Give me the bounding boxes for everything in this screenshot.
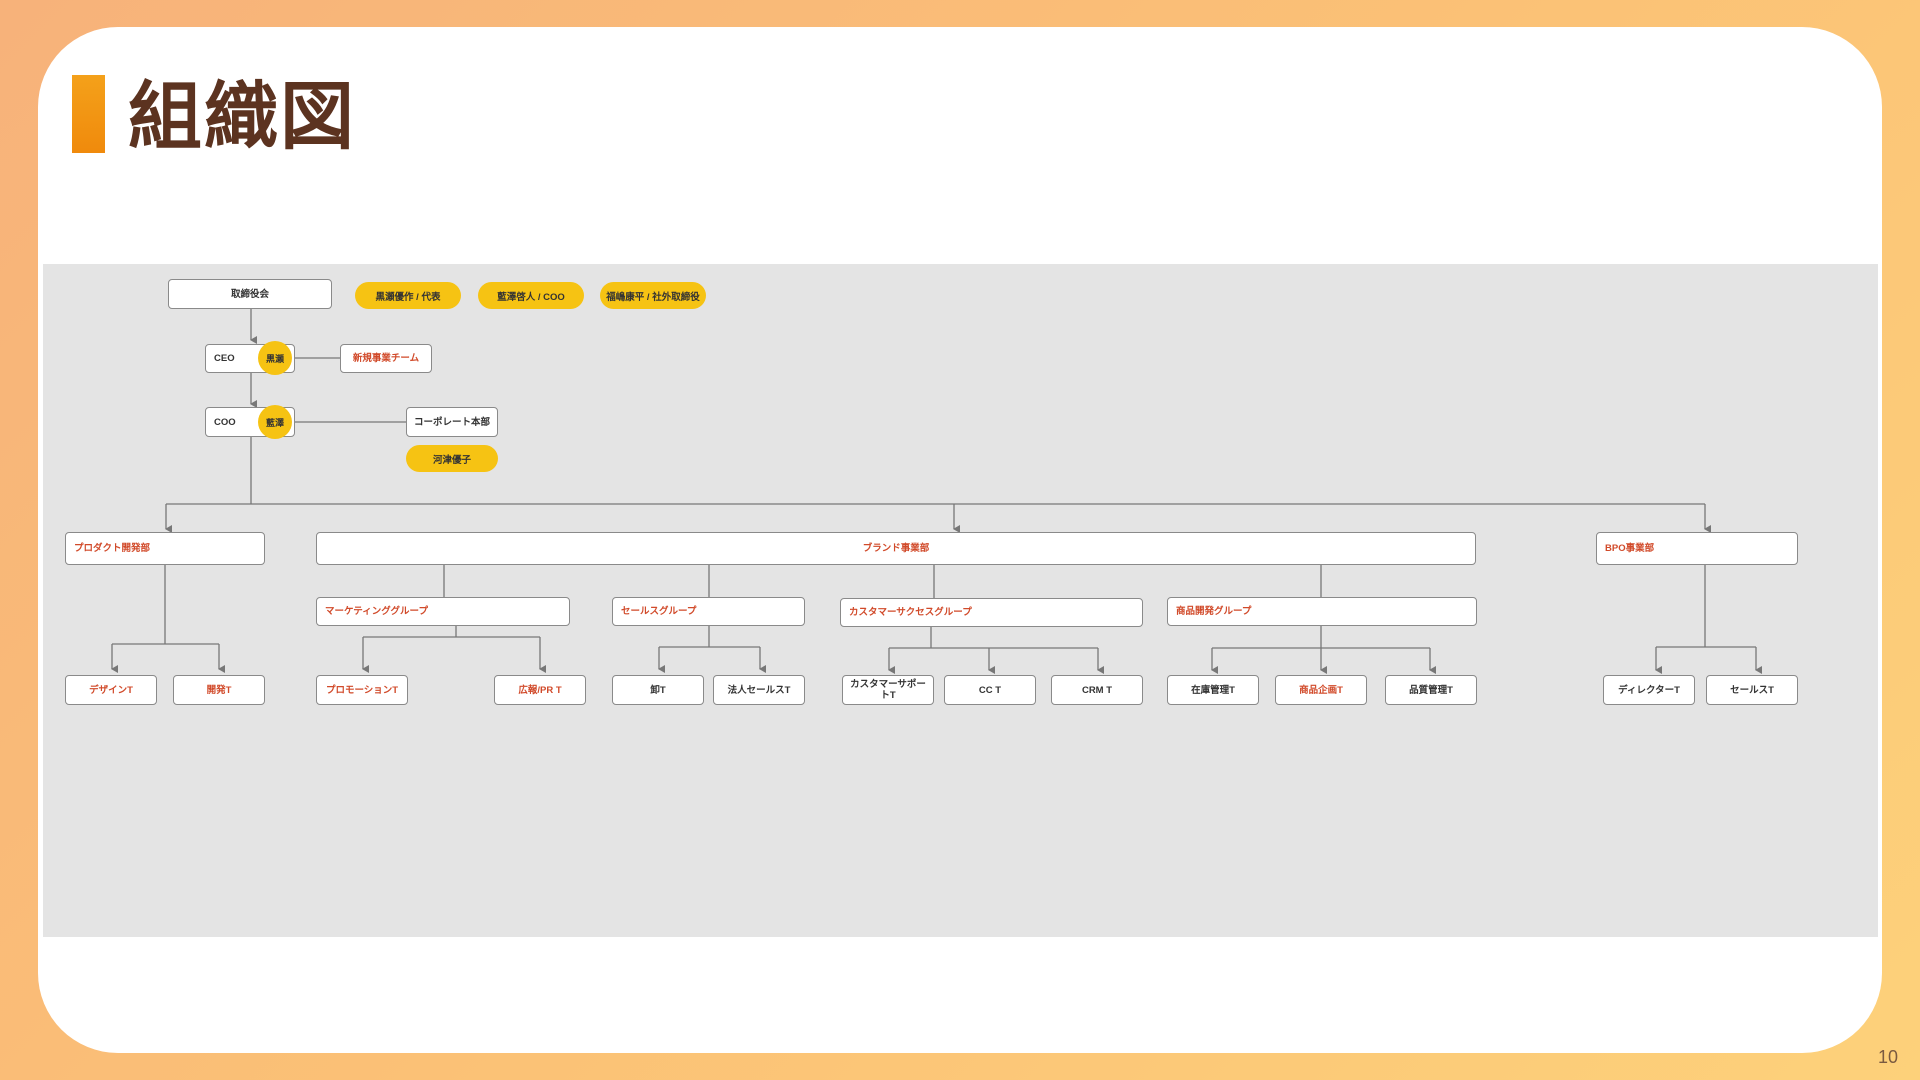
group-customer-success: カスタマーサクセスグループ — [840, 598, 1143, 627]
team-label: CC T — [978, 684, 1002, 696]
board-member-pill: 黒瀬優作 / 代表 — [355, 282, 461, 309]
team-label: プロモーションT — [325, 684, 399, 696]
team-label: デザインT — [89, 684, 133, 696]
group-label: カスタマーサクセスグループ — [849, 607, 972, 618]
ceo-person-badge: 黒瀬 — [258, 341, 292, 375]
dept-bpo-label: BPO事業部 — [1605, 543, 1655, 554]
team-box: 開発T — [173, 675, 265, 705]
page-number: 10 — [1877, 1047, 1898, 1067]
team-label: CRM T — [1081, 684, 1113, 696]
team-box: 広報/PR T — [494, 675, 586, 705]
team-label: ディレクターT — [1618, 684, 1680, 696]
team-box: デザインT — [65, 675, 157, 705]
corporate-person-pill: 河津優子 — [406, 445, 498, 472]
team-label: 開発T — [206, 684, 232, 696]
group-product-development: 商品開発グループ — [1167, 597, 1477, 626]
team-box: CRM T — [1051, 675, 1143, 705]
coo-person-badge: 藍澤 — [258, 405, 292, 439]
group-marketing: マーケティンググループ — [316, 597, 570, 626]
org-chart-panel: 取締役会 黒瀬優作 / 代表 藍澤啓人 / COO 福嶋康平 / 社外取締役 C… — [43, 264, 1878, 937]
team-label: 法人セールスT — [727, 684, 791, 696]
team-box: プロモーションT — [316, 675, 408, 705]
group-label: セールスグループ — [621, 606, 697, 617]
title-accent-bar — [72, 75, 105, 153]
team-box: ディレクターT — [1603, 675, 1695, 705]
team-box: カスタマーサポートT — [842, 675, 934, 705]
team-box: 在庫管理T — [1167, 675, 1259, 705]
team-box: 法人セールスT — [713, 675, 805, 705]
team-box: 卸T — [612, 675, 704, 705]
coo-role: COO — [214, 416, 236, 428]
group-label: マーケティンググループ — [325, 606, 428, 617]
team-box: 商品企画T — [1275, 675, 1367, 705]
dept-product: プロダクト開発部 — [65, 532, 265, 565]
new-business-label: 新規事業チーム — [352, 353, 420, 364]
board-label: 取締役会 — [230, 288, 269, 300]
dept-product-label: プロダクト開発部 — [74, 543, 151, 554]
team-box: 品質管理T — [1385, 675, 1477, 705]
corporate-hq: コーポレート本部 — [406, 407, 498, 437]
group-label: 商品開発グループ — [1176, 606, 1252, 617]
group-sales: セールスグループ — [612, 597, 805, 626]
team-label: カスタマーサポートT — [850, 679, 926, 701]
team-label: 在庫管理T — [1191, 684, 1235, 696]
team-label: 品質管理T — [1409, 684, 1453, 696]
new-business-team: 新規事業チーム — [340, 344, 432, 373]
team-label: セールスT — [1730, 684, 1774, 696]
team-label: 広報/PR T — [518, 684, 562, 696]
corporate-label: コーポレート本部 — [413, 416, 490, 428]
dept-bpo: BPO事業部 — [1596, 532, 1798, 565]
ceo-role: CEO — [214, 353, 235, 364]
dept-brand: ブランド事業部 — [316, 532, 1476, 565]
board-member-pill: 福嶋康平 / 社外取締役 — [600, 282, 706, 309]
team-label: 卸T — [650, 684, 666, 696]
team-label: 商品企画T — [1299, 684, 1343, 696]
team-box: CC T — [944, 675, 1036, 705]
slide-title: 組織図 — [128, 74, 356, 160]
team-box: セールスT — [1706, 675, 1798, 705]
board-box: 取締役会 — [168, 279, 332, 309]
dept-brand-label: ブランド事業部 — [862, 543, 930, 554]
board-member-pill: 藍澤啓人 / COO — [478, 282, 584, 309]
